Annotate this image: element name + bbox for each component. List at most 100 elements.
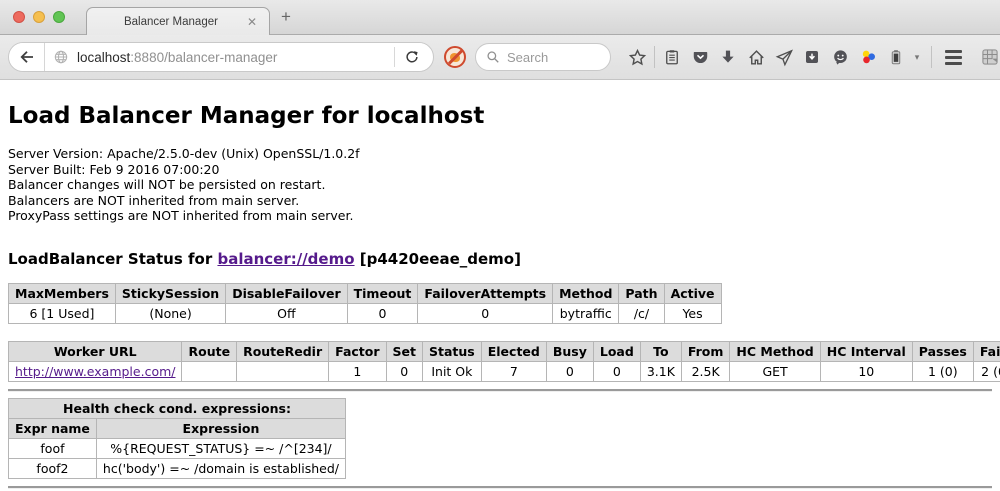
browser-window: Balancer Manager ✕ + localhost:8880/bala… — [0, 0, 1000, 491]
search-box[interactable] — [475, 43, 611, 71]
forum-button[interactable] — [826, 42, 854, 72]
cell-expression: %{REQUEST_STATUS} =~ /^[234]/ — [96, 438, 345, 458]
cell-set: 0 — [386, 361, 422, 381]
proxypass-inherit-line: ProxyPass settings are NOT inherited fro… — [8, 208, 992, 224]
table-caption-row: Health check cond. expressions: — [9, 398, 346, 418]
cell-fails: 2 (0) — [973, 361, 1000, 381]
table-row: foof2 hc('body') =~ /domain is establish… — [9, 458, 346, 478]
col-timeout: Timeout — [347, 283, 418, 303]
col-status: Status — [423, 341, 482, 361]
page-content: Load Balancer Manager for localhost Serv… — [0, 80, 1000, 491]
cell-path: /c/ — [619, 303, 664, 323]
balancer-settings-table: MaxMembers StickySession DisableFailover… — [8, 283, 722, 324]
heading-suffix: [p4420eeae_demo] — [355, 250, 521, 268]
cell-maxmembers: 6 [1 Used] — [9, 303, 116, 323]
tab-title: Balancer Manager — [97, 16, 245, 28]
toolbar-separator — [931, 46, 932, 68]
save-page-button[interactable] — [798, 42, 826, 72]
table-header-row: MaxMembers StickySession DisableFailover… — [9, 283, 722, 303]
cell-expression: hc('body') =~ /domain is established/ — [96, 458, 345, 478]
bookmark-star-icon — [628, 48, 647, 67]
paper-plane-icon — [775, 48, 794, 67]
col-factor: Factor — [329, 341, 386, 361]
server-info: Server Version: Apache/2.5.0-dev (Unix) … — [8, 146, 992, 224]
battery-icon — [887, 48, 905, 66]
battery-extension-button[interactable] — [882, 42, 910, 72]
smiley-bubble-icon — [831, 48, 850, 67]
new-tab-button[interactable]: + — [281, 8, 291, 25]
url-domain: localhost — [77, 50, 130, 65]
table-row: http://www.example.com/ 1 0 Init Ok 7 0 … — [9, 361, 1000, 381]
menu-button[interactable] — [939, 42, 967, 72]
back-arrow-icon — [18, 48, 36, 66]
section-divider — [8, 389, 992, 392]
col-expr-name: Expr name — [9, 418, 97, 438]
globe-icon — [53, 49, 69, 65]
cell-failoverattempts: 0 — [418, 303, 553, 323]
cell-expr-name: foof — [9, 438, 97, 458]
tab-balancer-manager[interactable]: Balancer Manager ✕ — [86, 7, 270, 35]
cell-hc-method: GET — [730, 361, 820, 381]
page-bottom-divider — [8, 486, 992, 489]
extension-dropdown-caret[interactable]: ▾ — [910, 42, 924, 72]
download-arrow-icon — [719, 48, 737, 66]
minimize-window-button[interactable] — [33, 11, 45, 23]
square-download-icon — [803, 48, 821, 66]
cell-passes: 1 (0) — [912, 361, 973, 381]
reading-list-button[interactable] — [658, 42, 686, 72]
col-method: Method — [553, 283, 619, 303]
worker-url-link[interactable]: http://www.example.com/ — [15, 364, 175, 379]
zoom-window-button[interactable] — [53, 11, 65, 23]
pocket-button[interactable] — [686, 42, 714, 72]
col-path: Path — [619, 283, 664, 303]
search-icon — [486, 50, 500, 64]
cell-route — [182, 361, 237, 381]
home-button[interactable] — [742, 42, 770, 72]
clipboard-icon — [663, 48, 681, 66]
cell-to: 3.1K — [640, 361, 681, 381]
balancers-inherit-line: Balancers are NOT inherited from main se… — [8, 193, 992, 209]
col-routeredir: RouteRedir — [237, 341, 329, 361]
url-path: :8880/balancer-manager — [130, 50, 277, 65]
hamburger-icon — [945, 50, 962, 65]
col-hc-method: HC Method — [730, 341, 820, 361]
table-header-row: Worker URL Route RouteRedir Factor Set S… — [9, 341, 1000, 361]
table-row: 6 [1 Used] (None) Off 0 0 bytraffic /c/ … — [9, 303, 722, 323]
downloads-button[interactable] — [714, 42, 742, 72]
heading-prefix: LoadBalancer Status for — [8, 250, 217, 268]
send-to-device-button[interactable] — [770, 42, 798, 72]
col-failoverattempts: FailoverAttempts — [418, 283, 553, 303]
page-title: Load Balancer Manager for localhost — [8, 103, 992, 129]
table-row: foof %{REQUEST_STATUS} =~ /^[234]/ — [9, 438, 346, 458]
col-expression: Expression — [96, 418, 345, 438]
cell-load: 0 — [593, 361, 640, 381]
close-tab-icon[interactable]: ✕ — [245, 14, 259, 30]
search-input[interactable] — [507, 50, 597, 65]
balancer-demo-link[interactable]: balancer://demo — [217, 250, 354, 268]
bookmark-button[interactable] — [623, 42, 651, 72]
url-bar-group: localhost:8880/balancer-manager — [8, 42, 434, 72]
tab-bar: Balancer Manager ✕ + — [0, 0, 1000, 35]
col-from: From — [681, 341, 730, 361]
col-passes: Passes — [912, 341, 973, 361]
close-window-button[interactable] — [13, 11, 25, 23]
extension-colors-button[interactable] — [854, 42, 882, 72]
pocket-icon — [691, 48, 710, 67]
health-table-caption: Health check cond. expressions: — [9, 398, 346, 418]
cell-disablefailover: Off — [226, 303, 347, 323]
reload-button[interactable] — [397, 42, 427, 72]
cell-stickysession: (None) — [115, 303, 225, 323]
table-header-row: Expr name Expression — [9, 418, 346, 438]
cell-timeout: 0 — [347, 303, 418, 323]
url-input[interactable]: localhost:8880/balancer-manager — [45, 43, 433, 71]
tab-groups-button[interactable] — [976, 42, 1000, 72]
flash-block-button[interactable] — [443, 45, 467, 69]
cell-status: Init Ok — [423, 361, 482, 381]
col-route: Route — [182, 341, 237, 361]
col-busy: Busy — [546, 341, 593, 361]
col-elected: Elected — [481, 341, 546, 361]
cell-method: bytraffic — [553, 303, 619, 323]
back-button[interactable] — [9, 42, 45, 72]
worker-status-table: Worker URL Route RouteRedir Factor Set S… — [8, 341, 1000, 382]
cell-elected: 7 — [481, 361, 546, 381]
